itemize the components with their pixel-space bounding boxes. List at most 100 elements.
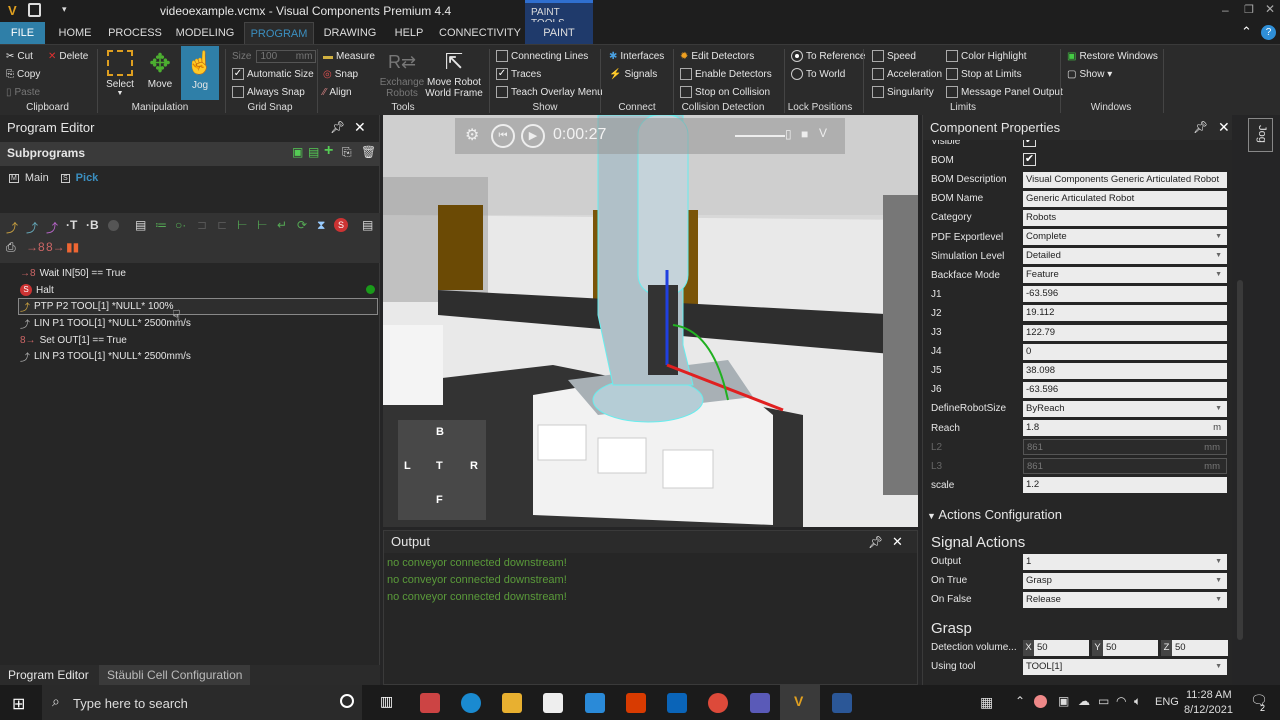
- vc-logo-icon[interactable]: V: [819, 126, 827, 140]
- close-icon[interactable]: ✕: [1218, 115, 1230, 140]
- property-select[interactable]: ByReach ▼: [1023, 400, 1227, 417]
- enable-detectors-checkbox[interactable]: Enable Detectors: [680, 66, 772, 82]
- new-subprogram-icon[interactable]: ▣: [292, 145, 303, 159]
- output-select[interactable]: 1 ▼: [1023, 553, 1227, 570]
- wifi-icon[interactable]: ◠: [1116, 694, 1126, 708]
- snipping-tool-icon[interactable]: [420, 693, 440, 713]
- show-hidden-icons[interactable]: ⌃: [1015, 694, 1025, 708]
- singularity-checkbox[interactable]: Singularity: [872, 84, 934, 100]
- move-button[interactable]: ✥ Move: [143, 47, 177, 90]
- statement-icon[interactable]: ⊏: [217, 218, 227, 232]
- tab-modeling[interactable]: MODELING: [172, 22, 238, 44]
- view-cube-top[interactable]: T: [436, 460, 443, 472]
- edit-detectors-button[interactable]: ✹ Edit Detectors: [680, 48, 754, 64]
- search-box[interactable]: ⌕ Type here to search: [42, 685, 362, 720]
- statement-ptp-selected[interactable]: ⤴ PTP P2 TOOL[1] *NULL* 100%: [18, 298, 378, 315]
- property-input[interactable]: 38.098: [1023, 362, 1227, 379]
- statistics-icon[interactable]: ▮▮: [66, 240, 79, 254]
- show-windows-dropdown[interactable]: ▢ Show ▾: [1067, 66, 1112, 82]
- reset-button[interactable]: ⏮: [491, 124, 515, 148]
- on-true-select[interactable]: Grasp ▼: [1023, 572, 1227, 589]
- tab-help[interactable]: HELP: [388, 22, 430, 44]
- circ-icon[interactable]: ⤴: [46, 219, 58, 236]
- signals-button[interactable]: ⚡ Signals: [609, 66, 657, 82]
- property-input[interactable]: 1.8 m: [1023, 420, 1227, 436]
- clock-time[interactable]: 11:28 AM: [1186, 689, 1232, 701]
- detection-y-field[interactable]: Y 50: [1092, 639, 1158, 656]
- meet-icon[interactable]: ▣: [1058, 694, 1069, 708]
- delay-icon[interactable]: ⧗: [317, 218, 325, 233]
- visual-components-taskbar-button[interactable]: V: [780, 685, 820, 720]
- jog-side-tab[interactable]: Jog: [1248, 118, 1273, 152]
- base-frame-icon[interactable]: ·B: [86, 218, 99, 232]
- on-false-select[interactable]: Release ▼: [1023, 591, 1227, 608]
- property-input[interactable]: 861 mm: [1023, 458, 1227, 475]
- call-sub-icon[interactable]: ▤: [135, 218, 146, 232]
- measure-button[interactable]: ▬ Measure: [323, 48, 375, 64]
- message-panel-output-checkbox[interactable]: Message Panel Output: [946, 84, 1063, 100]
- tab-program[interactable]: PROGRAM: [244, 22, 314, 44]
- language-indicator[interactable]: ENG: [1155, 696, 1179, 708]
- property-select[interactable]: Feature ▼: [1023, 267, 1227, 284]
- define-icon[interactable]: ≔: [155, 218, 167, 232]
- cortana-icon[interactable]: [340, 694, 354, 708]
- pin-icon[interactable]: 📌︎: [330, 115, 345, 140]
- tab-connectivity[interactable]: CONNECTIVITY: [438, 22, 522, 44]
- property-input[interactable]: 1.2: [1023, 477, 1227, 494]
- mail-icon[interactable]: [585, 693, 605, 713]
- grid-size-field[interactable]: Size 100 mm: [232, 48, 317, 64]
- paste-button[interactable]: ▯ Paste: [6, 84, 40, 100]
- automatic-size-checkbox[interactable]: ✓ Automatic Size: [232, 66, 314, 82]
- pin-icon[interactable]: 📌︎: [868, 531, 883, 553]
- file-explorer-icon[interactable]: [502, 693, 522, 713]
- trash-icon[interactable]: 🗑︎: [361, 145, 376, 159]
- property-input[interactable]: Robots: [1023, 209, 1227, 226]
- minimize-button[interactable]: –: [1222, 3, 1229, 17]
- halt-icon[interactable]: S: [334, 218, 348, 232]
- battery-icon[interactable]: ▭: [1098, 694, 1109, 708]
- loop-icon[interactable]: ○·: [175, 218, 186, 232]
- statement-lin[interactable]: ⤴ LIN P1 TOOL[1] *NULL* 2500mm/s: [20, 315, 191, 331]
- acceleration-checkbox[interactable]: Acceleration: [872, 66, 942, 82]
- always-snap-checkbox[interactable]: Always Snap: [232, 84, 305, 100]
- while-icon[interactable]: ⟳: [297, 218, 307, 232]
- tab-process[interactable]: PROCESS: [106, 22, 164, 44]
- pin-icon[interactable]: 📌︎: [1193, 115, 1208, 140]
- property-input[interactable]: -63.596: [1023, 381, 1227, 398]
- office-icon[interactable]: [626, 693, 646, 713]
- tab-staubli-cell-configuration[interactable]: Stäubli Cell Configuration: [99, 665, 251, 685]
- property-select[interactable]: Complete ▼: [1023, 229, 1227, 245]
- align-button[interactable]: ⁄⁄ Align: [323, 84, 352, 100]
- statement-wait[interactable]: →8 Wait IN[50] == True: [20, 265, 126, 281]
- move-robot-world-frame-button[interactable]: ⇱ Move Robot World Frame: [425, 47, 483, 99]
- if-icon[interactable]: ⊢: [237, 218, 247, 232]
- subprogram-main[interactable]: M Main: [9, 172, 49, 184]
- print-icon[interactable]: ⎙: [6, 240, 16, 255]
- interfaces-button[interactable]: ✱ Interfaces: [609, 48, 664, 64]
- close-button[interactable]: ✕: [1265, 2, 1275, 16]
- view-cube-left[interactable]: L: [404, 460, 411, 472]
- using-tool-select[interactable]: TOOL[1] ▼: [1023, 658, 1227, 675]
- property-select[interactable]: Detailed ▼: [1023, 248, 1227, 265]
- copy-button[interactable]: ⎘ Copy: [6, 66, 40, 82]
- cut-button[interactable]: ✂ Cut: [6, 48, 33, 64]
- actions-configuration-section[interactable]: ▼ Actions Configuration: [927, 507, 1062, 522]
- property-input[interactable]: 0: [1023, 343, 1227, 360]
- 3d-viewport[interactable]: ⚙ ⏮ ▶ 0:00:27 ▯ ■ V B L T R F: [383, 115, 918, 527]
- switch-icon[interactable]: ⊢: [257, 218, 267, 232]
- scrollbar[interactable]: [1237, 280, 1243, 640]
- import-subprogram-icon[interactable]: ▤: [308, 145, 319, 159]
- property-input[interactable]: Generic Articulated Robot: [1023, 190, 1227, 207]
- tab-home[interactable]: HOME: [52, 22, 98, 44]
- subprogram-pick[interactable]: S Pick: [61, 172, 98, 184]
- windows-start-icon[interactable]: ⊞: [12, 694, 25, 714]
- task-view-icon[interactable]: ▥: [380, 693, 393, 710]
- edge-icon[interactable]: [461, 693, 481, 713]
- to-world-radio[interactable]: To World: [791, 66, 845, 82]
- property-input[interactable]: 19.112: [1023, 305, 1227, 322]
- news-widget-icon[interactable]: ▦: [980, 694, 993, 711]
- wait-input-icon[interactable]: →8: [26, 240, 45, 254]
- notifications-icon[interactable]: 🗨︎: [1250, 692, 1268, 709]
- to-reference-radio[interactable]: To Reference: [791, 48, 865, 64]
- add-icon[interactable]: +: [324, 142, 333, 160]
